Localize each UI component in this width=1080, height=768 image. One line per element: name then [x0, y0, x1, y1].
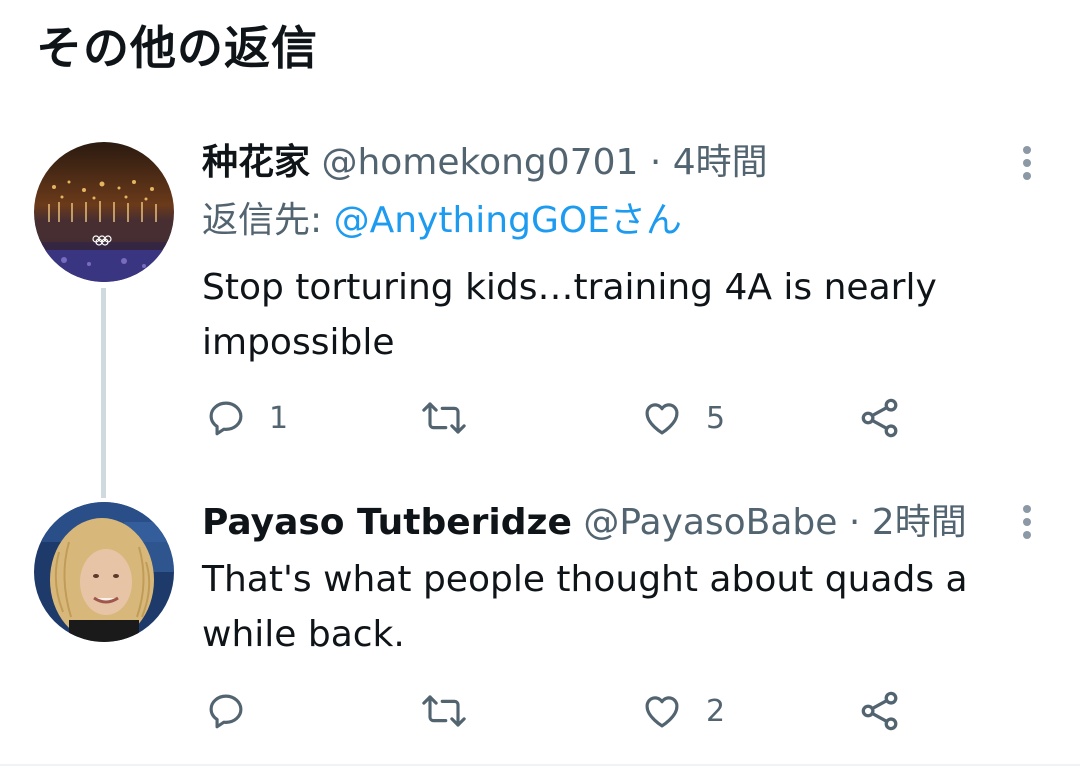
retweet-button[interactable] [420, 687, 468, 735]
tweet-2[interactable]: Payaso Tutberidze @PayasoBabe · 2時間 That… [0, 0, 1080, 768]
more-icon[interactable] [1012, 503, 1042, 543]
separator-dot: · [848, 502, 861, 543]
blonde-woman-avatar-icon [34, 502, 174, 642]
divider [0, 764, 1080, 766]
reply-icon [209, 694, 243, 729]
avatar[interactable] [34, 502, 174, 642]
share-icon [861, 691, 898, 731]
like-button[interactable]: 2 [640, 687, 725, 735]
share-button[interactable] [858, 687, 902, 735]
timestamp[interactable]: 2時間 [872, 502, 967, 543]
retweet-icon [422, 695, 466, 727]
tweet-header: Payaso Tutberidze @PayasoBabe · 2時間 [202, 500, 967, 546]
like-count: 2 [706, 693, 726, 729]
tweet-text: That's what people thought about quads a… [202, 559, 968, 655]
handle[interactable]: @PayasoBabe [583, 502, 837, 543]
display-name[interactable]: Payaso Tutberidze [202, 502, 572, 543]
like-icon [645, 696, 679, 728]
reply-button[interactable] [205, 687, 247, 735]
